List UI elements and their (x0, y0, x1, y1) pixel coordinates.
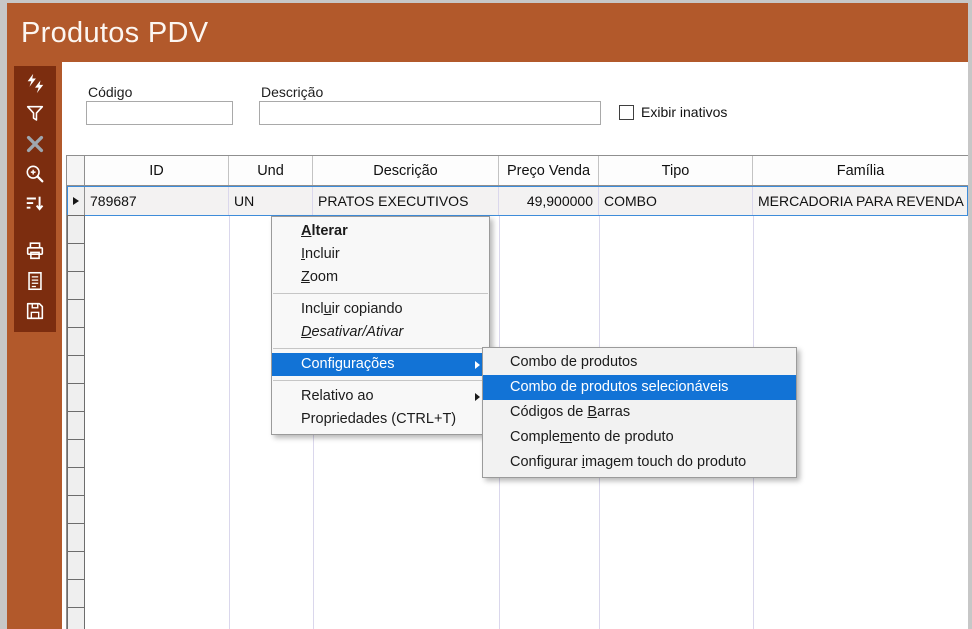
page-title: Produtos PDV (7, 3, 968, 63)
content-panel: Código Descrição Exibir inativos IDUndDe… (62, 62, 968, 629)
context-menu-item-configura-es[interactable]: Configurações (272, 353, 489, 376)
context-menu-item-incluir[interactable]: Incluir (272, 243, 489, 266)
empty-row-selector-cell (67, 523, 85, 552)
empty-row-selector-cell (67, 299, 85, 328)
empty-row-selector-cell (67, 411, 85, 440)
submenu-item-configurar-imagem-touch-do-produto[interactable]: Configurar imagem touch do produto (483, 450, 796, 475)
cell-descri-o: PRATOS EXECUTIVOS (313, 187, 499, 215)
descricao-input[interactable] (259, 101, 601, 125)
context-menu-item-zoom[interactable]: Zoom (272, 266, 489, 289)
context-menu-item-alterar[interactable]: Alterar (272, 220, 489, 243)
exibir-inativos-label: Exibir inativos (641, 104, 727, 120)
empty-row-selector-cell (67, 579, 85, 608)
save-icon (24, 300, 46, 327)
grid-header-tipo[interactable]: Tipo (599, 156, 753, 185)
empty-row-selector-cell (67, 551, 85, 580)
current-row-indicator (68, 187, 85, 215)
cell-tipo: COMBO (599, 187, 753, 215)
grid-header-und[interactable]: Und (229, 156, 313, 185)
report-icon (24, 270, 46, 297)
grid-column-separator (229, 186, 230, 629)
cell-und: UN (229, 187, 313, 215)
empty-row-selector-cell (67, 467, 85, 496)
grid-header-id[interactable]: ID (85, 156, 229, 185)
context-menu-item-propriedades-ctrl-t[interactable]: Propriedades (CTRL+T) (272, 408, 489, 431)
exibir-inativos-checkbox[interactable] (619, 105, 634, 120)
grid-header-descri-o[interactable]: Descrição (313, 156, 499, 185)
empty-row-selector-cell (67, 355, 85, 384)
codigo-label: Código (88, 84, 132, 100)
sort-desc-icon (24, 193, 46, 220)
submenu-item-combo-de-produtos[interactable]: Combo de produtos (483, 350, 796, 375)
codigo-input[interactable] (86, 101, 233, 125)
menu-separator (273, 293, 488, 294)
empty-row-selector-cell (67, 607, 85, 629)
empty-row-selector-cell (67, 271, 85, 300)
empty-row-selector-cell (67, 215, 85, 244)
context-menu-item-incluir-copiando[interactable]: Incluir copiando (272, 298, 489, 321)
filter-button[interactable] (19, 101, 51, 131)
grid-header-row: IDUndDescriçãoPreço VendaTipoFamília (67, 156, 968, 186)
menu-separator (273, 380, 488, 381)
submenu-item-combo-de-produtos-selecion-veis[interactable]: Combo de produtos selecionáveis (483, 375, 796, 400)
exibir-inativos-field: Exibir inativos (619, 104, 727, 120)
cell-id: 789687 (85, 187, 229, 215)
grid-header-pre-o-venda[interactable]: Preço Venda (499, 156, 599, 185)
empty-row-selector-cell (67, 243, 85, 272)
context-menu: AlterarIncluirZoom Incluir copiandoDesati… (271, 216, 490, 435)
refresh-button[interactable] (19, 71, 51, 101)
zoom-in-button[interactable] (19, 161, 51, 191)
submenu-arrow-icon (475, 361, 480, 369)
clear-filter-button[interactable] (19, 131, 51, 161)
zoom-in-icon (24, 163, 46, 190)
filter-icon (24, 103, 46, 130)
configuracoes-submenu: Combo de produtosCombo de produtos selec… (482, 347, 797, 478)
print-icon (24, 240, 46, 267)
row-selector-column (67, 216, 85, 629)
report-button[interactable] (19, 268, 51, 298)
menu-separator (273, 348, 488, 349)
sort-desc-button[interactable] (19, 191, 51, 221)
print-button[interactable] (19, 238, 51, 268)
empty-row-selector-cell (67, 383, 85, 412)
submenu-item-complemento-de-produto[interactable]: Complemento de produto (483, 425, 796, 450)
descricao-label: Descrição (261, 84, 323, 100)
grid-header-rowselector (67, 156, 85, 185)
submenu-item-c-digos-de-barras[interactable]: Códigos de Barras (483, 400, 796, 425)
side-toolbar (14, 66, 56, 332)
submenu-arrow-icon (475, 393, 480, 401)
current-row-arrow-icon (73, 197, 79, 205)
cell-pre-o-venda: 49,900000 (499, 187, 599, 215)
cell-fam-lia: MERCADORIA PARA REVENDA (753, 187, 967, 215)
empty-row-selector-cell (67, 327, 85, 356)
clear-filter-icon (24, 133, 46, 160)
grid-header-fam-lia[interactable]: Família (753, 156, 968, 185)
table-row-selected[interactable]: 789687UNPRATOS EXECUTIVOS49,900000COMBOM… (67, 186, 968, 216)
context-menu-item-relativo-ao[interactable]: Relativo ao (272, 385, 489, 408)
context-menu-item-desativar-ativar[interactable]: Desativar/Ativar (272, 321, 489, 344)
save-button[interactable] (19, 298, 51, 328)
empty-row-selector-cell (67, 439, 85, 468)
refresh-icon (24, 73, 46, 100)
empty-row-selector-cell (67, 495, 85, 524)
title-bar: Produtos PDV (7, 3, 968, 62)
